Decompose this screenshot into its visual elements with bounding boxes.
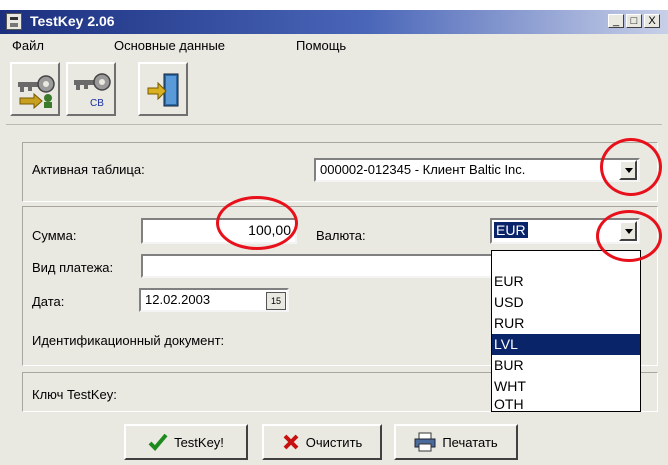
app-window: TestKey 2.06 _ □ X Файл Основные данные … xyxy=(0,10,668,465)
currency-option-bur[interactable]: BUR xyxy=(492,355,640,376)
currency-value: EUR xyxy=(494,222,528,238)
red-x-icon xyxy=(283,434,299,450)
exit-door-icon xyxy=(147,73,179,107)
testkey-button[interactable]: TestKey! xyxy=(124,424,248,460)
toolbar: CB xyxy=(6,62,662,125)
testkey-button-label: TestKey! xyxy=(174,434,224,450)
sum-input[interactable]: 100,00 xyxy=(141,218,297,244)
clear-button[interactable]: Очистить xyxy=(262,424,382,460)
currency-label: Валюта: xyxy=(316,228,366,243)
menu-main-data[interactable]: Основные данные xyxy=(114,38,225,53)
payment-type-input[interactable] xyxy=(141,254,493,278)
minimize-button[interactable]: _ xyxy=(608,14,624,28)
currency-option-rur[interactable]: RUR xyxy=(492,313,640,334)
testkey-label: Ключ TestKey: xyxy=(32,387,117,402)
clear-button-label: Очистить xyxy=(305,434,363,450)
checkmark-icon xyxy=(148,433,168,451)
currency-option-wht[interactable]: WHT xyxy=(492,376,640,397)
title-bar: TestKey 2.06 _ □ X xyxy=(0,10,668,34)
print-button-label: Печатать xyxy=(442,434,498,450)
active-table-combo[interactable]: 000002-012345 - Клиент Baltic Inc. xyxy=(314,158,640,182)
window-controls: _ □ X xyxy=(608,14,660,28)
active-table-label: Активная таблица: xyxy=(32,162,145,177)
currency-option-blank[interactable] xyxy=(492,251,640,272)
toolbar-exit-button[interactable] xyxy=(138,62,188,116)
screen-top-strip xyxy=(0,0,668,10)
sum-label: Сумма: xyxy=(32,228,77,243)
date-label: Дата: xyxy=(32,294,65,309)
calendar-button[interactable]: 15 xyxy=(266,292,286,310)
toolbar-key-cb-button[interactable]: CB xyxy=(66,62,116,116)
currency-dropdown-button[interactable] xyxy=(619,221,637,241)
id-document-label: Идентификационный документ: xyxy=(32,333,225,348)
app-icon xyxy=(6,13,22,30)
printer-icon xyxy=(414,432,436,452)
currency-combo[interactable]: EUR xyxy=(490,218,640,244)
menu-help[interactable]: Помощь xyxy=(296,38,346,53)
print-button[interactable]: Печатать xyxy=(394,424,518,460)
toolbar-key-cb-sublabel: CB xyxy=(90,98,104,109)
currency-option-eur[interactable]: EUR xyxy=(492,271,640,292)
active-table-dropdown-button[interactable] xyxy=(619,160,637,180)
window-title: TestKey 2.06 xyxy=(30,13,115,29)
maximize-button[interactable]: □ xyxy=(626,14,642,28)
key-cb-icon xyxy=(74,73,111,91)
currency-dropdown-list: EUR USD RUR LVL BUR WHT OTH xyxy=(491,250,641,412)
menu-file[interactable]: Файл xyxy=(12,38,44,53)
toolbar-key-user-button[interactable] xyxy=(10,62,60,116)
key-user-icon xyxy=(18,75,55,110)
currency-option-lvl[interactable]: LVL xyxy=(492,334,640,355)
menu-bar: Файл Основные данные Помощь xyxy=(0,34,668,58)
currency-option-oth[interactable]: OTH xyxy=(492,397,640,411)
currency-option-usd[interactable]: USD xyxy=(492,292,640,313)
payment-type-label: Вид платежа: xyxy=(32,260,114,275)
close-button[interactable]: X xyxy=(644,14,660,28)
